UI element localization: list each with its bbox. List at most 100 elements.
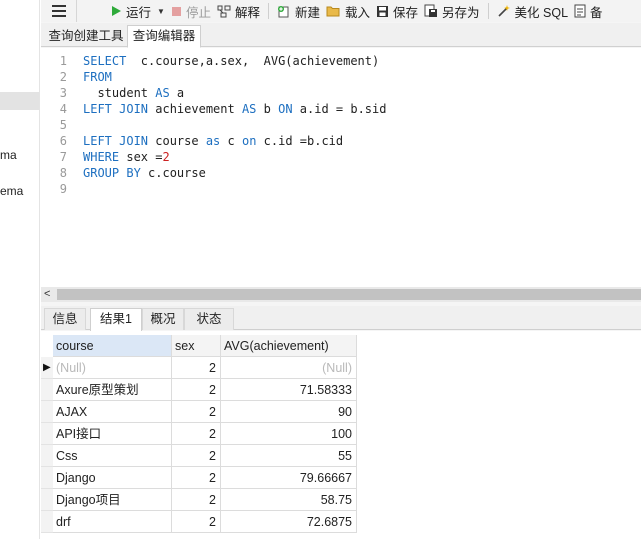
table-cell-avg[interactable]: 58.75	[221, 489, 357, 511]
save-icon	[377, 5, 388, 17]
table-cell-sex[interactable]: 2	[172, 357, 221, 379]
load-label: 载入	[344, 5, 370, 20]
navigation-pane: ma ema	[0, 0, 40, 539]
current-row-arrow-icon: ▶	[43, 362, 51, 373]
row-header[interactable]	[41, 379, 53, 401]
beautify-sql-button[interactable]: 美化 SQL	[494, 0, 572, 22]
table-cell-sex[interactable]: 2	[172, 467, 221, 489]
menu-icon[interactable]	[41, 0, 77, 22]
line-number: 6	[59, 134, 67, 148]
new-query-icon	[277, 5, 289, 17]
table-cell-sex[interactable]: 2	[172, 489, 221, 511]
table-cell-avg[interactable]: 55	[221, 445, 357, 467]
row-header[interactable]	[41, 511, 53, 533]
table-cell-course[interactable]: Django项目	[53, 489, 172, 511]
line-number: 8	[59, 166, 67, 180]
explain-icon	[217, 5, 231, 17]
tab-status[interactable]: 状态	[184, 308, 234, 330]
stop-icon	[171, 6, 181, 16]
line-number: 7	[59, 150, 67, 164]
table-cell-sex[interactable]: 2	[172, 379, 221, 401]
nav-item-schema-1[interactable]: ma	[0, 148, 17, 162]
run-label: 运行	[126, 5, 152, 20]
row-header[interactable]	[41, 445, 53, 467]
nav-selected-row[interactable]	[0, 92, 39, 110]
code-line-8: GROUP BY c.course	[83, 166, 206, 180]
table-cell-course[interactable]: Axure原型策划	[53, 379, 172, 401]
row-header[interactable]	[41, 401, 53, 423]
line-number: 9	[59, 182, 67, 196]
new-label: 新建	[294, 5, 320, 20]
table-cell-avg[interactable]: 79.66667	[221, 467, 357, 489]
toolbar-separator	[487, 3, 489, 19]
line-number: 5	[59, 118, 67, 132]
run-button[interactable]: 运行 ▼	[107, 0, 168, 22]
stop-button[interactable]: 停止	[168, 0, 214, 22]
scrollbar-thumb[interactable]	[57, 289, 641, 300]
result-tabs: 信息 结果1 概况 状态	[41, 306, 641, 331]
row-header[interactable]	[41, 489, 53, 511]
code-line-3: student AS a	[83, 86, 185, 100]
table-cell-sex[interactable]: 2	[172, 445, 221, 467]
save-label: 保存	[393, 5, 419, 20]
table-cell-course[interactable]: Css	[53, 445, 172, 467]
table-cell-course[interactable]: (Null)	[53, 357, 172, 379]
line-number: 3	[59, 86, 67, 100]
line-number-gutter: 1 2 3 4 5 6 7 8 9	[41, 48, 75, 287]
code-line-7: WHERE sex =2	[83, 150, 170, 164]
editor-horizontal-scrollbar[interactable]: <	[41, 287, 641, 302]
save-button[interactable]: 保存	[373, 0, 421, 22]
row-header[interactable]	[41, 467, 53, 489]
document-icon	[574, 4, 586, 18]
more-label: 备	[590, 5, 603, 20]
beautify-sql-label: 美化 SQL	[514, 5, 569, 20]
line-number: 4	[59, 102, 67, 116]
table-cell-avg[interactable]: 71.58333	[221, 379, 357, 401]
tab-query-editor[interactable]: 查询编辑器	[127, 25, 201, 48]
editor-tabs: 查询创建工具 查询编辑器	[41, 23, 641, 48]
chevron-left-icon[interactable]: <	[44, 288, 50, 300]
code-line-4: LEFT JOIN achievement AS b ON a.id = b.s…	[83, 102, 387, 116]
tab-info[interactable]: 信息	[44, 308, 86, 330]
table-cell-avg[interactable]: 72.6875	[221, 511, 357, 533]
table-cell-avg[interactable]: 90	[221, 401, 357, 423]
toolbar-separator	[267, 3, 269, 19]
table-cell-sex[interactable]: 2	[172, 511, 221, 533]
sql-editor[interactable]: 1 2 3 4 5 6 7 8 9 SELECT c.course,a.sex,…	[41, 48, 641, 287]
table-cell-course[interactable]: Django	[53, 467, 172, 489]
explain-button[interactable]: 解释	[214, 0, 263, 22]
save-as-icon	[424, 4, 438, 17]
load-button[interactable]: 载入	[323, 0, 373, 22]
table-cell-avg[interactable]: (Null)	[221, 357, 357, 379]
folder-icon	[326, 6, 340, 17]
save-as-button[interactable]: 另存为	[421, 0, 483, 22]
table-cell-sex[interactable]: 2	[172, 423, 221, 445]
nav-item-schema-2[interactable]: ema	[0, 184, 23, 198]
stop-label: 停止	[185, 5, 211, 20]
table-cell-course[interactable]: drf	[53, 511, 172, 533]
table-cell-course[interactable]: API接口	[53, 423, 172, 445]
column-header[interactable]: course	[53, 335, 172, 357]
code-line-1: SELECT c.course,a.sex, AVG(achievement)	[83, 54, 380, 68]
tab-query-builder[interactable]: 查询创建工具	[46, 25, 126, 47]
chevron-down-icon[interactable]: ▼	[157, 7, 165, 16]
result-grid[interactable]: course sex AVG(achievement) ▶ (Null) 2 (Null) …	[41, 331, 641, 539]
table-cell-course[interactable]: AJAX	[53, 401, 172, 423]
column-header[interactable]: sex	[172, 335, 221, 357]
code-line-6: LEFT JOIN course as c on c.id =b.cid	[83, 134, 344, 148]
tab-result-1[interactable]: 结果1	[90, 308, 142, 331]
table-cell-sex[interactable]: 2	[172, 401, 221, 423]
tab-profile[interactable]: 概况	[142, 308, 184, 330]
new-button[interactable]: 新建	[274, 0, 323, 22]
code-line-2: FROM	[83, 70, 112, 84]
line-number: 2	[59, 70, 67, 84]
save-as-label: 另存为	[442, 5, 480, 20]
play-icon	[112, 6, 121, 16]
more-button[interactable]: 备	[571, 0, 606, 22]
table-cell-avg[interactable]: 100	[221, 423, 357, 445]
row-header[interactable]	[41, 423, 53, 445]
column-header[interactable]: AVG(achievement)	[221, 335, 357, 357]
explain-label: 解释	[234, 5, 260, 20]
toolbar: 运行 ▼ 停止 解释 新建 载入 保存 另存为 美化 SQL 备	[41, 0, 641, 22]
magic-wand-icon	[497, 5, 510, 17]
